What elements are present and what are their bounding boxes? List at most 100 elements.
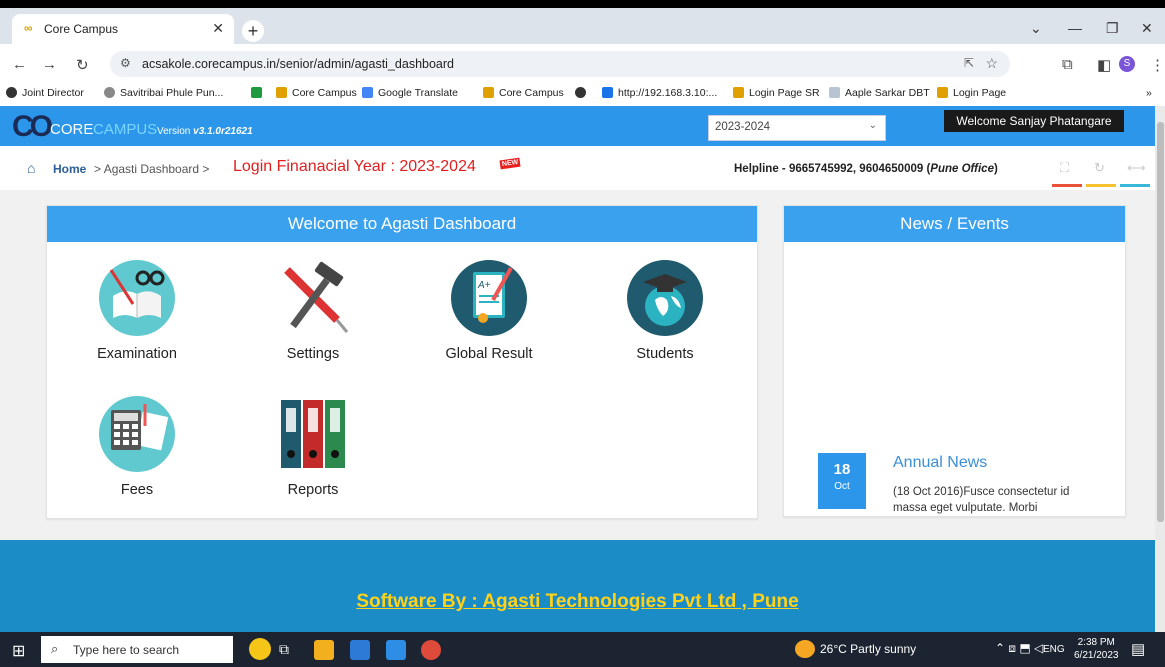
collapse-icon[interactable]: ⟷ — [1127, 160, 1146, 176]
bookmark-login-page[interactable]: Login Page — [937, 87, 1006, 99]
welcome-user[interactable]: Welcome Sanjay Phatangare — [944, 110, 1124, 132]
profile-avatar[interactable]: S — [1119, 56, 1135, 72]
news-day: 18 — [833, 461, 851, 478]
breadcrumb-home[interactable]: Home — [53, 162, 86, 176]
site-info-icon[interactable]: ⚙ — [120, 56, 131, 70]
bookmark-core-campus-1[interactable]: Core Campus — [276, 87, 357, 99]
tile-global-result[interactable]: A+ Global Result — [419, 260, 559, 362]
version-label: Version v3.1.0r21621 — [157, 126, 253, 137]
side-panel-icon[interactable]: ◧ — [1097, 56, 1111, 74]
bookmark-star-icon[interactable]: ☆ — [985, 55, 998, 72]
bookmark-ip[interactable]: http://192.168.3.10:... — [602, 87, 717, 99]
globe-icon — [575, 87, 586, 98]
bookmark-globe[interactable] — [575, 87, 591, 99]
calculator-icon — [99, 396, 175, 472]
fullscreen-underline — [1052, 184, 1082, 187]
new-tab-button[interactable]: + — [242, 20, 264, 42]
corecampus-favicon-icon: ∞ — [24, 21, 33, 35]
taskbar-search-input[interactable]: ⌕ Type here to search — [41, 636, 271, 663]
corecampus-icon — [937, 87, 948, 98]
tile-label: Examination — [97, 346, 177, 362]
bookmark-login-sr[interactable]: Login Page SR — [733, 87, 820, 99]
tile-reports[interactable]: Reports — [243, 396, 383, 498]
weather-text[interactable]: 26°C Partly sunny — [820, 642, 916, 656]
tile-label: Global Result — [445, 346, 533, 362]
tile-label: Fees — [120, 482, 154, 498]
bookmark-core-campus-2[interactable]: Core Campus — [483, 87, 564, 99]
breadcrumb-current: > Agasti Dashboard > — [94, 162, 210, 176]
restore-icon[interactable]: ❐ — [1106, 20, 1119, 37]
home-icon[interactable]: ⌂ — [27, 160, 35, 176]
globe-icon — [6, 87, 17, 98]
bookmark-aaple-sarkar[interactable]: Aaple Sarkar DBT — [829, 87, 930, 99]
chrome-icon[interactable] — [421, 640, 441, 660]
tab-search-icon[interactable]: ⌄ — [1030, 20, 1042, 37]
menu-kebab-icon[interactable]: ⋮ — [1150, 56, 1165, 74]
minimize-icon[interactable]: — — [1068, 20, 1082, 36]
url-field[interactable]: ⚙ acsakole.corecampus.in/senior/admin/ag… — [110, 51, 1010, 77]
url-text: acsakole.corecampus.in/senior/admin/agas… — [142, 57, 454, 71]
collapse-underline — [1120, 184, 1150, 187]
scrollbar-thumb[interactable] — [1157, 122, 1164, 522]
corecampus-icon — [483, 87, 494, 98]
university-icon — [104, 87, 115, 98]
news-panel: News / Events 18 Oct Annual News (18 Oct… — [783, 205, 1126, 517]
corecampus-icon — [276, 87, 287, 98]
tile-label: Settings — [286, 346, 340, 362]
bookmark-savitribai[interactable]: Savitribai Phule Pun... — [104, 87, 223, 99]
weather-icon — [795, 640, 815, 658]
tile-examination[interactable]: Examination — [67, 260, 207, 362]
browser-tab-strip: ∞ Core Campus ✕ + ⌄ — ❐ ✕ — [0, 8, 1165, 44]
address-bar-row: ← → ↻ ⚙ acsakole.corecampus.in/senior/ad… — [0, 44, 1165, 84]
forward-icon[interactable]: → — [42, 56, 57, 73]
bookmark-joint-director[interactable]: Joint Director — [6, 87, 84, 99]
task-view-icon[interactable]: ⧉ — [279, 641, 289, 658]
tile-settings[interactable]: Settings — [243, 260, 383, 362]
share-icon[interactable]: ⇱ — [964, 56, 974, 70]
login-financial-year: Login Finanacial Year : 2023-2024 — [233, 158, 476, 175]
academic-year-select[interactable]: 2023-2024 ⌄ — [708, 115, 886, 141]
tab-close-icon[interactable]: ✕ — [212, 20, 224, 37]
search-icon: ⌕ — [51, 641, 59, 656]
file-explorer-icon[interactable] — [314, 640, 334, 660]
footer-credit-link[interactable]: Software By : Agasti Technologies Pvt Lt… — [0, 591, 1155, 613]
refresh-icon[interactable]: ↻ — [1094, 160, 1105, 176]
report-card-icon: A+ — [451, 260, 527, 336]
corecampus-icon — [733, 87, 744, 98]
tile-label: Students — [636, 346, 694, 362]
tile-fees[interactable]: Fees — [67, 396, 207, 498]
bookmarks-overflow-icon[interactable]: » — [1146, 87, 1152, 99]
news-item-title[interactable]: Annual News — [893, 454, 987, 472]
news-item-text: (18 Oct 2016)Fusce consectetur id massa … — [893, 486, 1070, 514]
new-badge: NEW — [499, 157, 521, 170]
browser-tab[interactable]: ∞ Core Campus ✕ — [12, 14, 234, 44]
page-icon — [829, 87, 840, 98]
translate-icon — [362, 87, 373, 98]
logo-campus-text: CAMPUS — [93, 121, 158, 138]
reload-icon[interactable]: ↻ — [76, 56, 89, 74]
notification-icon[interactable]: ▤ — [1131, 640, 1145, 658]
breadcrumb-bar: ⌂ Home > Agasti Dashboard > Login Finana… — [0, 146, 1155, 191]
dsm-icon — [602, 87, 613, 98]
extensions-icon[interactable]: ⧉ — [1062, 56, 1073, 73]
cortana-icon[interactable] — [249, 638, 271, 660]
language-indicator[interactable]: ENG — [1043, 644, 1065, 655]
app-header: CO CORE CAMPUS Version v3.1.0r21621 2023… — [0, 106, 1155, 146]
store-icon[interactable] — [350, 640, 370, 660]
system-tray-icons[interactable]: ⌃ ⧈ ⬒ ◁ — [995, 641, 1043, 656]
bookmark-google-translate[interactable]: Google Translate — [362, 87, 458, 99]
book-glasses-icon — [99, 260, 175, 336]
windows-taskbar: ⊞ ⌕ Type here to search ⧉ 26°C Partly su… — [0, 632, 1165, 667]
window-close-icon[interactable]: ✕ — [1141, 20, 1153, 37]
mail-icon[interactable] — [386, 640, 406, 660]
dashboard-panel: Welcome to Agasti Dashboard Examination — [46, 205, 758, 519]
back-icon[interactable]: ← — [12, 56, 27, 73]
windows-start-icon[interactable]: ⊞ — [12, 641, 25, 661]
tab-title: Core Campus — [44, 22, 119, 36]
svg-text:A+: A+ — [477, 280, 491, 291]
green-square-icon — [251, 87, 262, 98]
taskbar-clock[interactable]: 2:38 PM 6/21/2023 — [1074, 636, 1119, 662]
fullscreen-icon[interactable]: ⛶ — [1060, 160, 1069, 176]
tile-students[interactable]: Students — [595, 260, 735, 362]
bookmark-green[interactable] — [251, 87, 267, 99]
